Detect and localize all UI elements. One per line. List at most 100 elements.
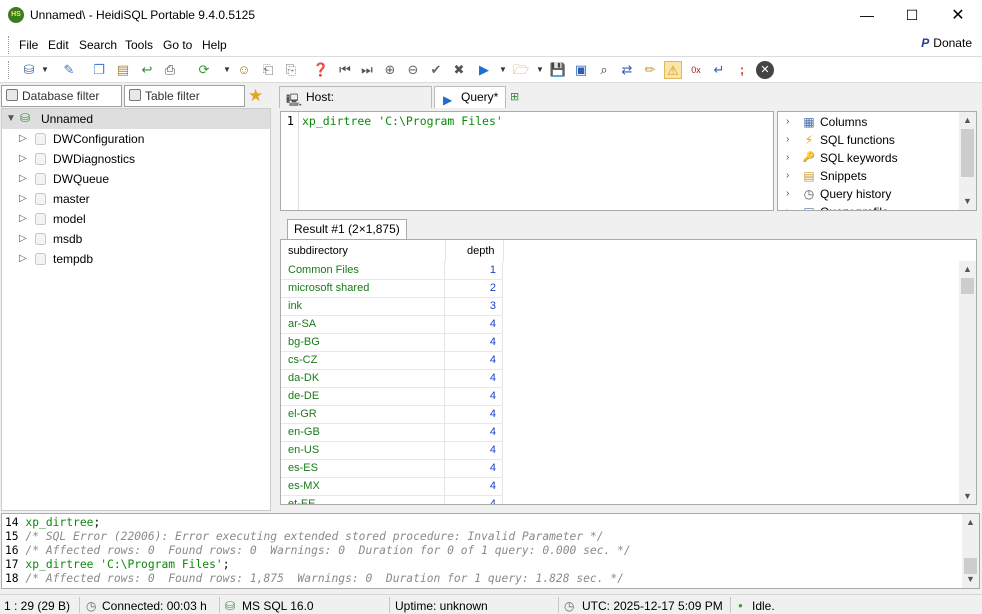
new-tab-icon[interactable]: ⊞ bbox=[510, 90, 526, 104]
log-scrollbar[interactable]: ▲ ▼ bbox=[962, 514, 979, 588]
apply-icon[interactable]: ✔ bbox=[427, 61, 445, 79]
scroll-down-icon[interactable]: ▼ bbox=[959, 193, 976, 210]
copy-icon[interactable]: ❐ bbox=[90, 61, 108, 79]
warning-icon[interactable]: ⚠ bbox=[664, 61, 682, 79]
expand-icon[interactable]: › bbox=[786, 131, 789, 149]
menu-help[interactable]: Help bbox=[202, 38, 227, 52]
cell-depth[interactable]: 4 bbox=[445, 460, 503, 478]
menu-file[interactable]: File bbox=[19, 38, 38, 52]
expand-icon[interactable]: ▷ bbox=[19, 189, 27, 209]
help-icon[interactable]: ❓ bbox=[312, 61, 330, 79]
refresh-icon[interactable]: ⟳ bbox=[195, 61, 213, 79]
save-as-icon[interactable]: ▣ bbox=[572, 61, 590, 79]
helpers-scrollbar[interactable]: ▲ ▼ bbox=[959, 112, 976, 210]
paste-icon[interactable]: ▤ bbox=[114, 61, 132, 79]
cell-subdirectory[interactable]: el-GR bbox=[281, 406, 445, 424]
connect-dropdown-icon[interactable]: ▼ bbox=[36, 61, 54, 79]
save-icon[interactable]: 💾 bbox=[549, 61, 567, 79]
minimize-button[interactable]: — bbox=[844, 0, 890, 31]
expand-icon[interactable]: ▷ bbox=[19, 149, 27, 169]
print-icon[interactable]: ⎙ bbox=[161, 61, 179, 79]
semicolon-icon[interactable]: ; bbox=[733, 61, 751, 79]
disconnect-icon[interactable]: ✎ bbox=[60, 61, 78, 79]
cell-subdirectory[interactable]: microsoft shared bbox=[281, 280, 445, 298]
scroll-up-icon[interactable]: ▲ bbox=[959, 261, 976, 278]
cell-subdirectory[interactable]: Common Files bbox=[281, 262, 445, 280]
helper-sql-functions[interactable]: › ⚡ SQL functions bbox=[778, 131, 958, 149]
expand-icon[interactable]: ▷ bbox=[19, 249, 27, 269]
cell-depth[interactable]: 4 bbox=[445, 478, 503, 496]
tree-root-session[interactable]: ▼ ⛁ Unnamed bbox=[2, 109, 270, 129]
cell-depth[interactable]: 4 bbox=[445, 334, 503, 352]
helper-columns[interactable]: › ▦ Columns bbox=[778, 113, 958, 131]
wrap-icon[interactable]: ↵ bbox=[710, 61, 728, 79]
cell-subdirectory[interactable]: et-EE bbox=[281, 496, 445, 504]
collapse-icon[interactable]: ▼ bbox=[6, 109, 16, 129]
grid-scrollbar[interactable]: ▲ ▼ bbox=[959, 261, 976, 504]
expand-icon[interactable]: ▷ bbox=[19, 209, 27, 229]
cancel-icon[interactable]: ✖ bbox=[450, 61, 468, 79]
tree-db-item[interactable]: ▷ DWConfiguration bbox=[2, 129, 270, 149]
edit-icon[interactable]: ✏ bbox=[641, 61, 659, 79]
cell-subdirectory[interactable]: es-MX bbox=[281, 478, 445, 496]
run-icon[interactable]: ▶ bbox=[475, 61, 493, 79]
cell-depth[interactable]: 4 bbox=[445, 496, 503, 504]
helper-query-history[interactable]: › ◷ Query history bbox=[778, 185, 958, 203]
tab-host[interactable]: 🖳 Host: sql01.nullbyte.lab bbox=[279, 86, 432, 125]
open-dropdown-icon[interactable]: ▼ bbox=[531, 61, 549, 79]
scroll-thumb[interactable] bbox=[961, 278, 974, 294]
cell-depth[interactable]: 4 bbox=[445, 388, 503, 406]
open-file-icon[interactable]: 🗁 bbox=[512, 61, 530, 79]
tree-db-item[interactable]: ▷ DWDiagnostics bbox=[2, 149, 270, 169]
query-helpers-panel[interactable]: › ▦ Columns › ⚡ SQL functions › 🔑 SQL ke… bbox=[777, 111, 977, 211]
cell-depth[interactable]: 4 bbox=[445, 442, 503, 460]
cell-depth[interactable]: 4 bbox=[445, 424, 503, 442]
cell-subdirectory[interactable]: da-DK bbox=[281, 370, 445, 388]
first-icon[interactable]: ⏮ bbox=[336, 61, 354, 79]
database-tree[interactable]: ▼ ⛁ Unnamed ▷ DWConfiguration ▷ DWDiagno… bbox=[1, 108, 271, 511]
helper-sql-keywords[interactable]: › 🔑 SQL keywords bbox=[778, 149, 958, 167]
find-icon[interactable]: ⌕ bbox=[595, 61, 613, 79]
scroll-down-icon[interactable]: ▼ bbox=[959, 488, 976, 504]
cell-depth[interactable]: 1 bbox=[445, 262, 503, 280]
database-filter-input[interactable]: Database filter bbox=[1, 85, 122, 107]
tree-db-item[interactable]: ▷ master bbox=[2, 189, 270, 209]
cell-subdirectory[interactable]: ink bbox=[281, 298, 445, 316]
tree-db-item[interactable]: ▷ msdb bbox=[2, 229, 270, 249]
menu-edit[interactable]: Edit bbox=[48, 38, 69, 52]
cell-subdirectory[interactable]: de-DE bbox=[281, 388, 445, 406]
tree-db-item[interactable]: ▷ DWQueue bbox=[2, 169, 270, 189]
table-filter-input[interactable]: Table filter bbox=[124, 85, 245, 107]
expand-icon[interactable]: ▷ bbox=[19, 169, 27, 189]
scroll-thumb[interactable] bbox=[961, 129, 974, 177]
expand-icon[interactable]: › bbox=[786, 203, 789, 210]
tree-db-item[interactable]: ▷ model bbox=[2, 209, 270, 229]
helper-query-profile[interactable]: › ▣ Query profile bbox=[778, 203, 958, 210]
expand-icon[interactable]: ▷ bbox=[19, 129, 27, 149]
column-header-depth[interactable]: depth bbox=[467, 240, 495, 262]
scroll-down-icon[interactable]: ▼ bbox=[962, 571, 979, 588]
donate-button[interactable]: P Donate bbox=[921, 36, 972, 50]
cell-depth[interactable]: 4 bbox=[445, 316, 503, 334]
scroll-up-icon[interactable]: ▲ bbox=[959, 112, 976, 129]
menu-search[interactable]: Search bbox=[79, 38, 117, 52]
cell-depth[interactable]: 4 bbox=[445, 370, 503, 388]
sql-log[interactable]: 14 xp_dirtree; 15 /* SQL Error (22006): E… bbox=[1, 513, 980, 589]
undo-icon[interactable]: ↩ bbox=[138, 61, 156, 79]
remove-icon[interactable]: ⊖ bbox=[404, 61, 422, 79]
expand-icon[interactable]: › bbox=[786, 113, 789, 131]
cell-subdirectory[interactable]: bg-BG bbox=[281, 334, 445, 352]
replace-icon[interactable]: ⇄ bbox=[618, 61, 636, 79]
scroll-up-icon[interactable]: ▲ bbox=[962, 514, 979, 531]
import-icon[interactable]: ⎗ bbox=[259, 61, 277, 79]
cell-subdirectory[interactable]: en-US bbox=[281, 442, 445, 460]
cell-subdirectory[interactable]: es-ES bbox=[281, 460, 445, 478]
cell-depth[interactable]: 4 bbox=[445, 352, 503, 370]
column-header-subdirectory[interactable]: subdirectory bbox=[288, 240, 348, 262]
cell-subdirectory[interactable]: en-GB bbox=[281, 424, 445, 442]
sql-editor[interactable]: 1 xp_dirtree 'C:\Program Files' bbox=[280, 111, 774, 211]
last-icon[interactable]: ⏭ bbox=[358, 61, 376, 79]
tab-query[interactable]: ▶ Query* bbox=[434, 86, 506, 108]
run-dropdown-icon[interactable]: ▼ bbox=[494, 61, 512, 79]
expand-icon[interactable]: ▷ bbox=[19, 229, 27, 249]
